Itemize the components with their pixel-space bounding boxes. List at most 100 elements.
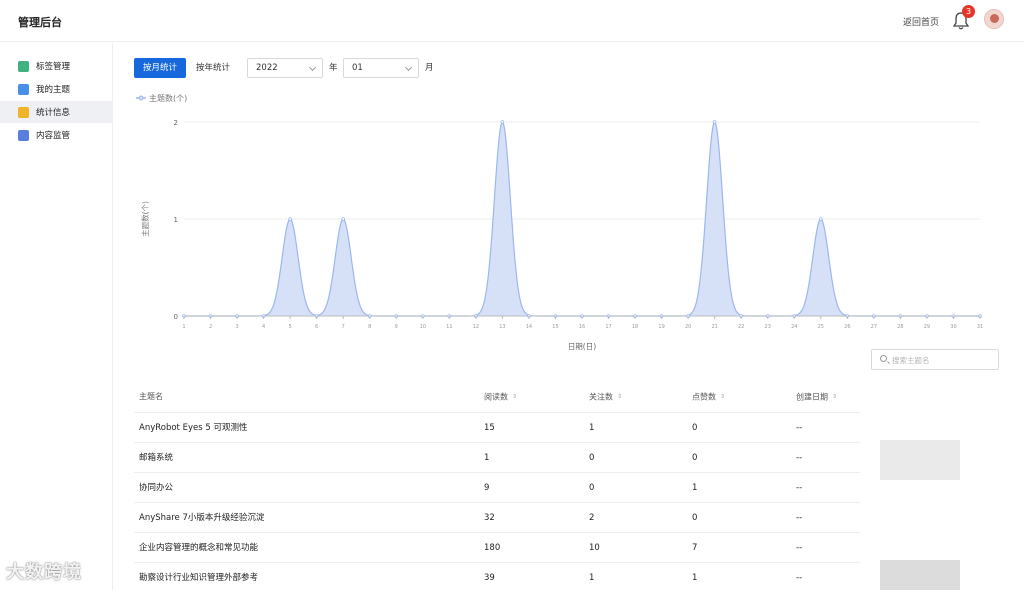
data-point bbox=[818, 217, 823, 221]
x-tick-label: 13 bbox=[499, 324, 505, 330]
x-tick-label: 15 bbox=[552, 324, 558, 330]
by-year-button[interactable]: 按年统计 bbox=[196, 58, 236, 78]
data-point bbox=[712, 120, 717, 124]
x-tick-label: 30 bbox=[950, 324, 956, 330]
x-tick-label: 9 bbox=[395, 324, 398, 330]
sidebar-item-tags[interactable]: 标签管理 bbox=[0, 55, 113, 77]
blurred-region bbox=[880, 560, 960, 590]
cell-reads: 39 bbox=[484, 573, 495, 583]
x-tick-label: 2 bbox=[209, 324, 212, 330]
sort-icon[interactable]: ⇕ bbox=[832, 383, 837, 411]
x-tick-label: 10 bbox=[420, 324, 426, 330]
cell-created-date: -- bbox=[796, 483, 803, 493]
cell-follows: 2 bbox=[589, 513, 595, 523]
sidebar: 标签管理 我的主题 统计信息 内容监管 bbox=[0, 43, 113, 590]
data-point bbox=[288, 217, 292, 221]
x-tick-label: 5 bbox=[289, 324, 292, 330]
x-tick-label: 14 bbox=[526, 324, 532, 330]
cell-likes: 1 bbox=[692, 483, 698, 493]
sort-icon[interactable]: ⇕ bbox=[512, 383, 517, 411]
blurred-region bbox=[880, 440, 960, 480]
cell-likes: 7 bbox=[692, 543, 698, 553]
home-link[interactable]: 返回首页 bbox=[903, 15, 939, 28]
cell-likes: 0 bbox=[692, 513, 698, 523]
cell-follows: 0 bbox=[589, 483, 595, 493]
tag-icon bbox=[18, 60, 29, 72]
legend-label: 主题数(个) bbox=[149, 93, 187, 103]
x-tick-label: 22 bbox=[738, 324, 744, 330]
cell-topic-name: 勘察设计行业知识管理外部参考 bbox=[139, 573, 259, 583]
x-tick-label: 19 bbox=[658, 324, 664, 330]
topic-icon bbox=[18, 83, 29, 95]
cell-follows: 1 bbox=[589, 423, 595, 433]
chevron-down-icon bbox=[308, 63, 317, 72]
sort-icon[interactable]: ⇕ bbox=[720, 383, 725, 411]
search-input[interactable] bbox=[892, 353, 992, 367]
x-axis-label: 日期(日) bbox=[568, 342, 596, 351]
x-tick-label: 4 bbox=[262, 324, 265, 330]
table-row[interactable]: AnyShare 7小版本升级经验沉淀 32 2 0 -- bbox=[134, 502, 860, 532]
table-row[interactable]: AnyRobot Eyes 5 可观测性 15 1 0 -- bbox=[134, 412, 860, 442]
cell-reads: 180 bbox=[484, 543, 501, 553]
table-row[interactable]: 协同办公 9 0 1 -- bbox=[134, 472, 860, 502]
table-row[interactable]: 邮箱系统 1 0 0 -- bbox=[134, 442, 860, 472]
x-tick-label: 16 bbox=[579, 324, 585, 330]
table-row[interactable]: 企业内容管理的概念和常见功能 180 10 7 -- bbox=[134, 532, 860, 562]
cell-topic-name: AnyShare 7小版本升级经验沉淀 bbox=[139, 513, 265, 523]
shield-icon bbox=[18, 129, 29, 141]
by-month-button[interactable]: 按月统计 bbox=[134, 58, 186, 78]
avatar[interactable] bbox=[984, 9, 1004, 29]
cell-likes: 1 bbox=[692, 573, 698, 583]
y-tick-label: 0 bbox=[174, 313, 178, 321]
cell-follows: 1 bbox=[589, 573, 595, 583]
sidebar-item-statistics[interactable]: 统计信息 bbox=[0, 101, 113, 123]
notification-badge: 3 bbox=[962, 5, 975, 18]
x-tick-label: 28 bbox=[897, 324, 903, 330]
cell-topic-name: 邮箱系统 bbox=[139, 453, 174, 463]
cell-follows: 0 bbox=[589, 453, 595, 463]
y-tick-label: 1 bbox=[174, 216, 178, 224]
column-header-likes[interactable]: 点赞数 ⇕ bbox=[692, 383, 725, 411]
cell-topic-name: 协同办公 bbox=[139, 483, 174, 493]
cell-created-date: -- bbox=[796, 573, 803, 583]
x-tick-label: 18 bbox=[632, 324, 638, 330]
column-header-created-date[interactable]: 创建日期 ⇕ bbox=[796, 383, 837, 411]
sidebar-item-label: 标签管理 bbox=[36, 62, 71, 72]
watermark: 大数跨境 bbox=[6, 562, 82, 583]
x-tick-label: 3 bbox=[235, 324, 238, 330]
chevron-down-icon bbox=[404, 63, 413, 72]
cell-created-date: -- bbox=[796, 543, 803, 553]
search-icon bbox=[880, 355, 887, 362]
year-select-value: 2022 bbox=[256, 63, 278, 73]
data-point bbox=[341, 217, 346, 221]
year-unit-label: 年 bbox=[329, 63, 338, 73]
x-tick-label: 27 bbox=[871, 324, 877, 330]
sidebar-item-label: 内容监管 bbox=[36, 131, 71, 141]
x-tick-label: 23 bbox=[765, 324, 771, 330]
x-tick-label: 24 bbox=[791, 324, 797, 330]
cell-created-date: -- bbox=[796, 513, 803, 523]
top-bar: 管理后台 返回首页 3 bbox=[0, 0, 1024, 42]
year-select[interactable]: 2022 bbox=[247, 58, 323, 78]
cell-reads: 9 bbox=[484, 483, 490, 493]
column-header-reads[interactable]: 阅读数 ⇕ bbox=[484, 383, 517, 411]
sidebar-item-content-supervision[interactable]: 内容监管 bbox=[0, 124, 113, 146]
x-tick-label: 1 bbox=[182, 324, 185, 330]
y-tick-label: 2 bbox=[174, 119, 178, 127]
sidebar-item-label: 我的主题 bbox=[36, 85, 71, 95]
x-tick-label: 25 bbox=[818, 324, 824, 330]
table-row[interactable]: 勘察设计行业知识管理外部参考 39 1 1 -- bbox=[134, 562, 860, 592]
x-tick-label: 12 bbox=[473, 324, 479, 330]
column-header-follows[interactable]: 关注数 ⇕ bbox=[589, 383, 622, 411]
x-tick-label: 31 bbox=[977, 324, 983, 330]
cell-likes: 0 bbox=[692, 453, 698, 463]
month-select[interactable]: 01 bbox=[343, 58, 419, 78]
search-box[interactable] bbox=[871, 349, 999, 370]
x-tick-label: 29 bbox=[924, 324, 930, 330]
month-unit-label: 月 bbox=[425, 63, 434, 73]
sort-icon[interactable]: ⇕ bbox=[617, 383, 622, 411]
sidebar-item-label: 统计信息 bbox=[36, 108, 71, 118]
sidebar-item-my-topics[interactable]: 我的主题 bbox=[0, 78, 113, 100]
x-tick-label: 20 bbox=[685, 324, 691, 330]
legend-marker bbox=[138, 95, 144, 101]
